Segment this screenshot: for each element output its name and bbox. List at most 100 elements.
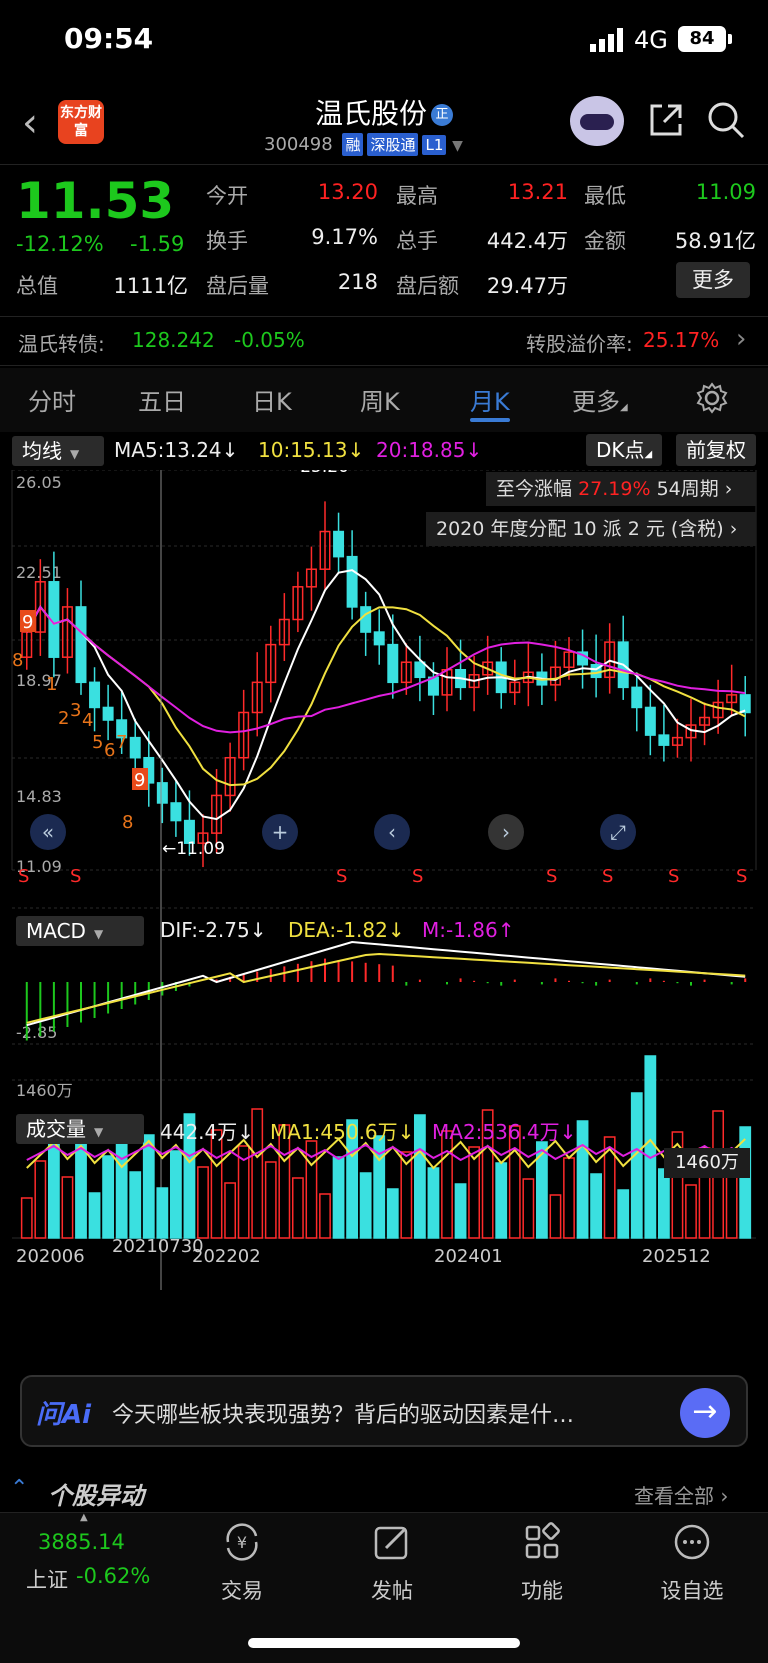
candle-body [333, 530, 345, 558]
volume-value: 442.4万↓ [160, 1120, 255, 1144]
candle-body [644, 706, 656, 736]
more-button[interactable]: 更多 [676, 262, 750, 298]
ai-prompt[interactable]: 今天哪些板块表现强势？背后的驱动因素是什… [112, 1397, 574, 1429]
cb-premium-label: 转股溢价率: [526, 332, 633, 356]
volume-bar [617, 1189, 630, 1239]
volume-ma2: MA2:536.4万↓ [432, 1120, 577, 1144]
battery-tip [728, 34, 732, 44]
sell-signal-mark: S [668, 866, 679, 887]
sell-signal-mark: S [412, 866, 423, 887]
after-hours-volume-label: 盘后量 [206, 274, 269, 298]
volume-bar [359, 1172, 372, 1239]
volume-label: 总手 [396, 229, 438, 253]
dk-point-button[interactable]: DK点◢ [586, 434, 663, 466]
change-percent: -12.12% [16, 232, 104, 256]
gain-label: 至今涨幅 [496, 478, 573, 500]
tab-daily-k[interactable]: 日K [252, 382, 292, 417]
volume-bar [590, 1173, 603, 1239]
count-mark: 1 [46, 674, 57, 695]
settings-gear-icon[interactable] [696, 382, 728, 414]
chevron-up-icon[interactable]: ⌃ [10, 1476, 28, 1501]
candle-body [414, 661, 426, 679]
tab-five-day[interactable]: 五日 [138, 382, 186, 417]
tag-level: L1 [422, 135, 447, 155]
adjust-button[interactable]: 前复权 [676, 434, 756, 466]
chevron-right-icon: › [724, 478, 733, 500]
period-count: 54周期 [656, 478, 719, 500]
nav-post[interactable]: 发帖 [342, 1520, 442, 1605]
volume-bar [563, 1157, 575, 1239]
nav-trade[interactable]: ¥ 交易 [192, 1520, 292, 1605]
high-label: 最高 [396, 184, 438, 208]
tab-monthly-k[interactable]: 月K [470, 382, 510, 417]
ai-submit-arrow-icon[interactable]: → [680, 1388, 730, 1438]
svg-text:¥: ¥ [237, 1533, 247, 1552]
open-label: 今开 [206, 184, 248, 208]
network-type: 4G [634, 26, 668, 54]
ma-selector-dropdown[interactable]: 均线 ▼ [12, 436, 104, 466]
macd-y-bottom: -2.85 [16, 1023, 57, 1042]
robot-assistant-icon[interactable] [570, 96, 624, 146]
candle-body [75, 606, 87, 684]
volume-bar [224, 1182, 237, 1239]
nav-functions[interactable]: 功能 [492, 1520, 592, 1605]
index-value[interactable]: 3885.14 [38, 1530, 125, 1554]
count-mark: 2 [58, 708, 69, 729]
cb-premium-value: 25.17% [643, 328, 720, 352]
gain-value: 27.19% [578, 478, 651, 500]
active-tab-indicator [470, 418, 510, 422]
volume-bar [264, 1161, 277, 1239]
min-price-label: ←11.09 [162, 839, 225, 859]
index-change[interactable]: -0.62% [76, 1564, 150, 1588]
index-name[interactable]: 上证 [26, 1564, 68, 1594]
nav-add-watchlist[interactable]: 设自选 [642, 1520, 742, 1605]
market-cap-label: 总值 [16, 274, 58, 298]
volume-bar [20, 1197, 33, 1239]
ai-logo: 问Ai [36, 1400, 92, 1430]
x-axis-date-label: 202512 [642, 1246, 711, 1267]
volume-bar [685, 1184, 697, 1239]
sell-signal-mark: S [336, 866, 347, 887]
candle-body [631, 686, 643, 709]
volume-bar [129, 1171, 142, 1239]
more-dots-icon [674, 1524, 710, 1560]
volume-bar [427, 1167, 440, 1239]
turnover-value: 9.17% [311, 225, 378, 249]
macd-selector-dropdown[interactable]: MACD ▼ [16, 916, 144, 946]
count-mark: 7 [116, 732, 127, 753]
chevron-down-icon: ▼ [452, 138, 463, 154]
change-amount: -1.59 [130, 232, 185, 256]
after-hours-amount-value: 29.47万 [486, 274, 568, 298]
tag-shenzhen-connect: 深股通 [367, 133, 419, 156]
share-icon[interactable] [646, 100, 686, 140]
count-mark: 6 [104, 740, 115, 761]
kline-chart-svg[interactable]: 26.0522.5118.9714.8311.09←25.20←11.09981… [0, 470, 768, 1358]
max-price-label: ←25.20 [286, 470, 349, 477]
candle-body [658, 734, 670, 746]
volume-bar [386, 1188, 399, 1239]
low-label: 最低 [584, 184, 626, 208]
candle-body [156, 782, 168, 804]
period-gain-box: 至今涨幅 27.19% 54周期 › [486, 472, 756, 506]
amount-label: 金额 [584, 229, 626, 253]
view-all-link[interactable]: 查看全部 › [634, 1480, 728, 1509]
stock-code-row[interactable]: 300498 融深股通 L1 ▼ [264, 133, 463, 156]
tab-weekly-k[interactable]: 周K [360, 382, 400, 417]
open-value: 13.20 [317, 180, 378, 204]
x-axis-date-label: 20210730 [112, 1236, 204, 1257]
search-icon[interactable] [706, 100, 746, 140]
x-axis-date-label: 202202 [192, 1246, 261, 1267]
volume-bar [468, 1146, 481, 1239]
tab-intraday[interactable]: 分时 [28, 382, 76, 417]
candle-body [170, 802, 182, 822]
volume-bar [630, 1092, 643, 1239]
tab-more[interactable]: 更多◢ [572, 382, 628, 417]
volume-value: 442.4万 [486, 229, 568, 253]
volume-selector-dropdown[interactable]: 成交量 ▼ [16, 1114, 144, 1144]
candle-body [89, 681, 101, 709]
cb-label: 温氏转债: [18, 332, 105, 356]
nav-functions-label: 功能 [521, 1579, 563, 1603]
dividend-info[interactable]: 2020 年度分配 10 派 2 元 (含税) › [426, 512, 756, 546]
x-axis-date-label: 202006 [16, 1246, 85, 1267]
volume-bar [102, 1155, 115, 1239]
